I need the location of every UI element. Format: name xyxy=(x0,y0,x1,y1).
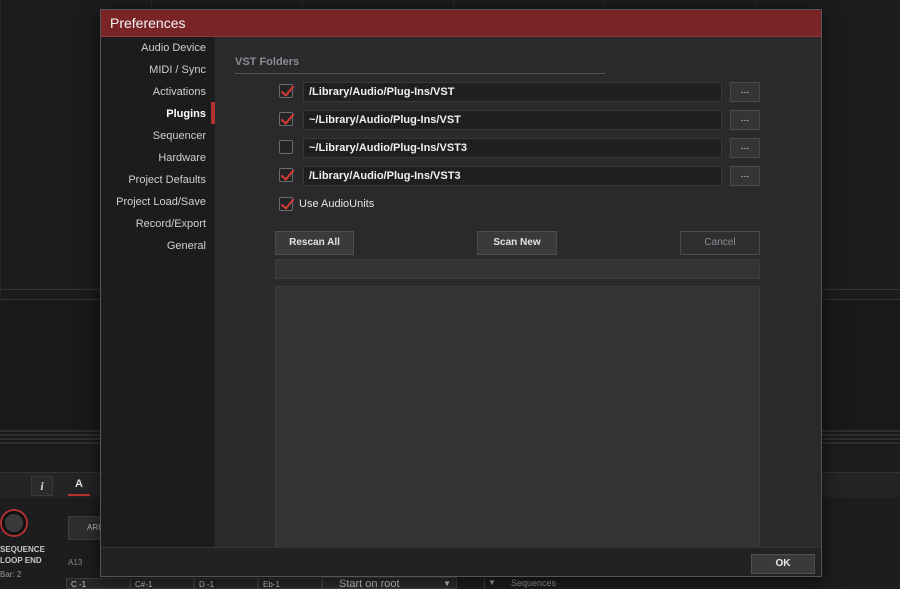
sequences-dropdown[interactable]: Sequences xyxy=(484,578,704,589)
knob-label-loop-end: LOOP END xyxy=(0,556,42,565)
browse-folder-button[interactable]: ... xyxy=(730,82,760,102)
use-audiounits-checkbox[interactable] xyxy=(279,197,293,211)
sidebar-item-record-export[interactable]: Record/Export xyxy=(136,218,206,230)
cancel-scan-button[interactable]: Cancel xyxy=(680,231,760,255)
use-audiounits-row: Use AudioUnits xyxy=(279,197,479,213)
folder-path-field[interactable]: ~/Library/Audio/Plug-Ins/VST3 xyxy=(303,138,722,158)
dialog-title[interactable]: Preferences xyxy=(101,10,821,37)
knob-label-sequence: SEQUENCE xyxy=(0,545,45,554)
browse-folder-button[interactable]: ... xyxy=(730,110,760,130)
section-title: VST Folders xyxy=(235,56,300,68)
use-audiounits-label[interactable]: Use AudioUnits xyxy=(299,198,374,210)
sidebar-item-audio-device[interactable]: Audio Device xyxy=(141,42,206,54)
sidebar-item-project-defaults[interactable]: Project Defaults xyxy=(128,174,206,186)
loop-end-knob[interactable] xyxy=(0,509,28,537)
sidebar-item-project-load-save[interactable]: Project Load/Save xyxy=(116,196,206,208)
ok-button[interactable]: OK xyxy=(751,554,815,574)
rescan-all-button[interactable]: Rescan All xyxy=(275,231,354,255)
start-mode-dropdown[interactable]: Start on root ▼ xyxy=(322,577,457,589)
key-label[interactable]: Eb-1 xyxy=(258,578,322,589)
sidebar-item-general[interactable]: General xyxy=(167,240,206,252)
key-label[interactable]: D -1 xyxy=(194,578,258,589)
folder-path-field[interactable]: ~/Library/Audio/Plug-Ins/VST xyxy=(303,110,722,130)
sidebar-item-activations[interactable]: Activations xyxy=(153,86,206,98)
scan-new-button[interactable]: Scan New xyxy=(477,231,557,255)
section-divider xyxy=(235,73,605,74)
sidebar-item-hardware[interactable]: Hardware xyxy=(158,152,206,164)
start-mode-value: Start on root xyxy=(339,578,400,589)
sidebar-item-plugins[interactable]: Plugins xyxy=(166,108,206,120)
chevron-down-icon: ▼ xyxy=(443,579,451,588)
plugins-panel: VST Folders /Library/Audio/Plug-Ins/VST … xyxy=(215,37,821,554)
vst-folder-row: ~/Library/Audio/Plug-Ins/VST3 ... xyxy=(279,138,762,158)
sidebar-item-midi-sync[interactable]: MIDI / Sync xyxy=(149,64,206,76)
vst-folder-row: ~/Library/Audio/Plug-Ins/VST ... xyxy=(279,110,762,130)
sidebar-item-sequencer[interactable]: Sequencer xyxy=(153,130,206,142)
tab-a-indicator xyxy=(68,494,90,496)
browse-folder-button[interactable]: ... xyxy=(730,166,760,186)
folder-path-field[interactable]: /Library/Audio/Plug-Ins/VST xyxy=(303,82,722,102)
key-label[interactable]: C -1 xyxy=(66,578,130,589)
preferences-dialog: Preferences Audio Device MIDI / Sync Act… xyxy=(100,9,822,577)
bar-readout: Bar: 2 xyxy=(0,570,22,579)
folder-enabled-checkbox[interactable] xyxy=(279,140,293,154)
folder-enabled-checkbox[interactable] xyxy=(279,84,293,98)
dialog-footer: OK xyxy=(101,547,821,576)
folder-path-field[interactable]: /Library/Audio/Plug-Ins/VST3 xyxy=(303,166,722,186)
folder-enabled-checkbox[interactable] xyxy=(279,112,293,126)
key-label[interactable]: C#-1 xyxy=(130,578,194,589)
tab-a[interactable]: A xyxy=(68,478,90,490)
folder-enabled-checkbox[interactable] xyxy=(279,168,293,182)
browse-folder-button[interactable]: ... xyxy=(730,138,760,158)
vst-folder-row: /Library/Audio/Plug-Ins/VST3 ... xyxy=(279,166,762,186)
info-button[interactable]: i xyxy=(31,476,53,496)
scan-log-area[interactable] xyxy=(275,286,760,554)
preferences-sidebar: Audio Device MIDI / Sync Activations Plu… xyxy=(101,37,215,547)
vst-folder-row: /Library/Audio/Plug-Ins/VST ... xyxy=(279,82,762,102)
piano-keys: C -1 C#-1 D -1 Eb-1 xyxy=(66,578,322,589)
track-label: A13 xyxy=(68,558,83,567)
scan-status-bar xyxy=(275,259,760,279)
